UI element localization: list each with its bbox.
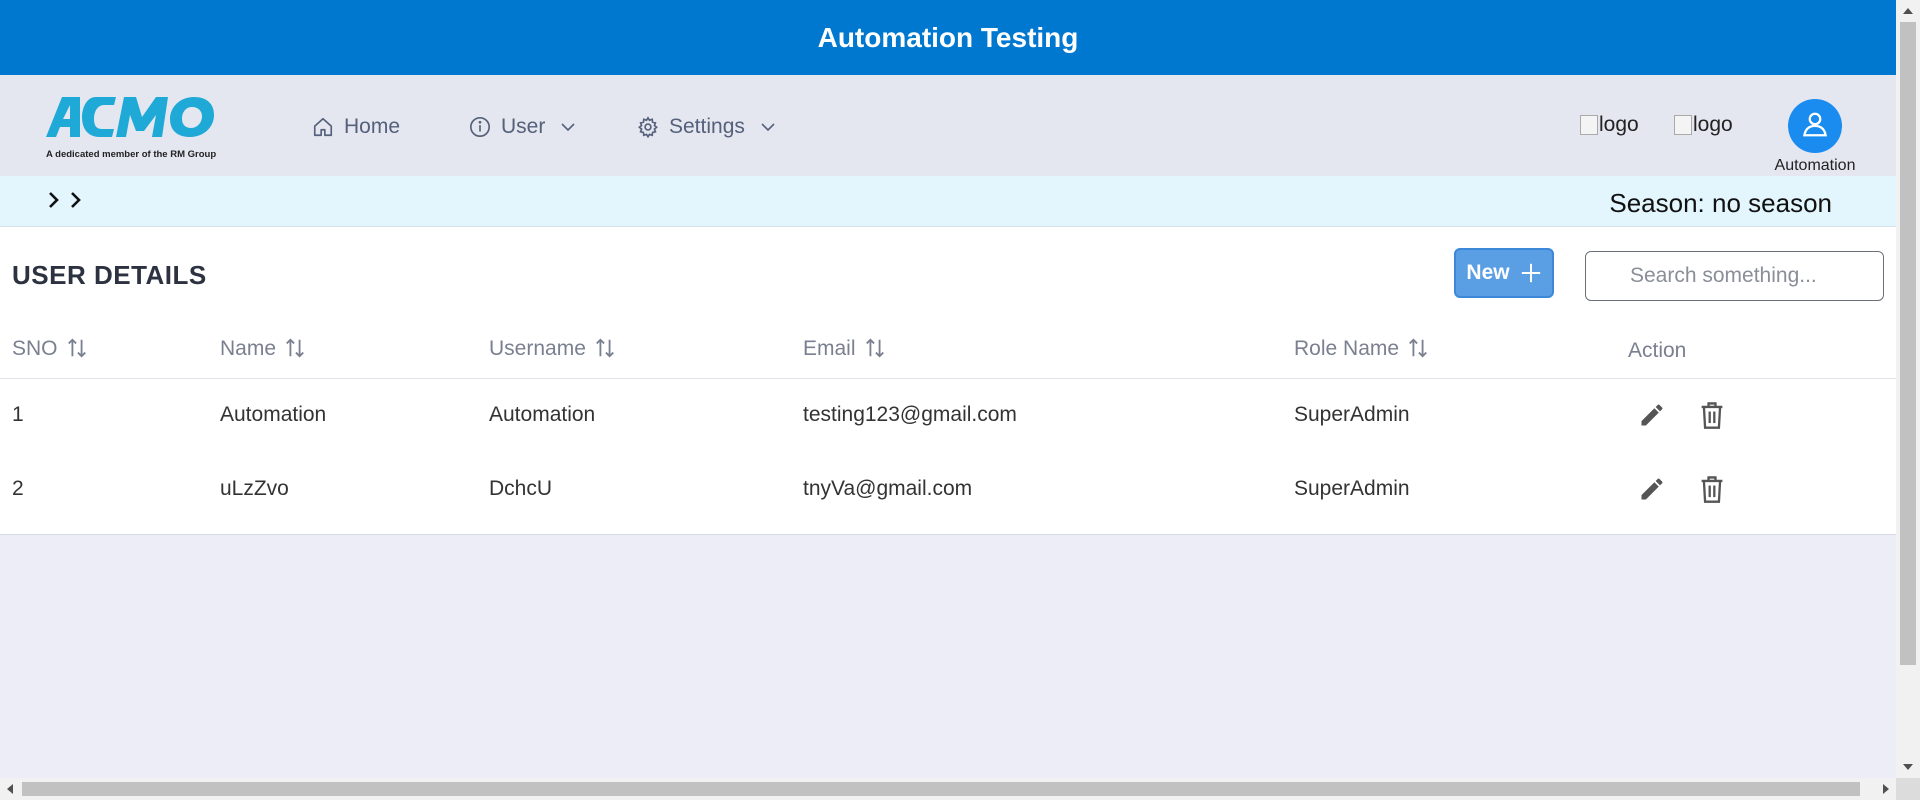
cell-actions	[1612, 452, 1896, 526]
double-chevron-right-icon	[46, 192, 86, 216]
users-table: SNO Name Username Email Role Name Action	[0, 324, 1896, 526]
column-header-username[interactable]: Username	[477, 324, 791, 379]
partner-logo-2-alt: logo	[1693, 113, 1733, 136]
cell-actions	[1612, 378, 1896, 452]
scroll-down-arrow-icon[interactable]	[1903, 764, 1913, 770]
column-header-action: Action	[1612, 324, 1896, 379]
column-header-label: Role Name	[1294, 336, 1400, 360]
search-input[interactable]	[1585, 251, 1884, 301]
app-title: Automation Testing	[817, 21, 1079, 53]
table-row: 1 Automation Automation testing123@gmail…	[0, 378, 1896, 452]
trash-icon[interactable]	[1698, 474, 1726, 504]
edit-icon[interactable]	[1638, 475, 1666, 503]
new-user-button[interactable]: New	[1454, 248, 1554, 298]
column-header-label: Action	[1628, 338, 1687, 362]
sort-icon[interactable]	[284, 337, 306, 365]
info-icon	[469, 116, 491, 138]
cell-role: SuperAdmin	[1294, 477, 1410, 500]
column-header-sno[interactable]: SNO	[0, 324, 208, 379]
cell-name: uLzZvo	[220, 477, 289, 500]
partner-logo-1-alt: logo	[1599, 113, 1639, 136]
home-icon	[312, 116, 334, 138]
table-row: 2 uLzZvo DchcU tnyVa@gmail.com SuperAdmi…	[0, 452, 1896, 526]
horizontal-scrollbar[interactable]	[0, 778, 1896, 800]
column-header-role[interactable]: Role Name	[1282, 324, 1612, 379]
chevron-down-icon	[759, 118, 777, 136]
column-header-label: SNO	[12, 336, 58, 360]
user-avatar-button[interactable]	[1788, 99, 1842, 153]
cell-username: DchcU	[489, 477, 553, 500]
new-button-label: New	[1466, 261, 1510, 284]
cell-username: Automation	[489, 403, 596, 427]
brand-logo[interactable]: A dedicated member of the RM Group	[44, 89, 224, 165]
navbar: A dedicated member of the RM Group Home …	[0, 75, 1896, 176]
vertical-scroll-thumb[interactable]	[1900, 22, 1916, 665]
partner-logo-1: logo	[1580, 113, 1639, 137]
nav-home[interactable]: Home	[312, 115, 400, 139]
edit-icon[interactable]	[1638, 401, 1666, 429]
broken-image-icon	[1580, 115, 1598, 135]
expand-sidebar-button[interactable]	[46, 188, 86, 217]
chevron-down-icon	[559, 118, 577, 136]
trash-icon[interactable]	[1698, 400, 1726, 430]
sort-icon[interactable]	[594, 337, 616, 365]
plus-icon	[1520, 262, 1542, 284]
horizontal-scroll-thumb[interactable]	[22, 782, 1860, 796]
season-bar: Season: no season	[0, 176, 1896, 227]
scrollbar-corner	[1896, 778, 1920, 800]
cell-email: testing123@gmail.com	[803, 403, 1017, 427]
column-header-label: Email	[803, 336, 856, 360]
season-label: Season: no season	[1609, 188, 1832, 218]
avatar-username: Automation	[1774, 157, 1856, 174]
vertical-scrollbar[interactable]	[1896, 0, 1920, 778]
column-header-email[interactable]: Email	[791, 324, 1282, 379]
gear-icon	[637, 116, 659, 138]
page-title: USER DETAILS	[12, 260, 207, 290]
cell-email: tnyVa@gmail.com	[803, 477, 973, 500]
user-details-panel: USER DETAILS New SNO Name Username Email	[0, 227, 1896, 535]
broken-image-icon	[1674, 115, 1692, 135]
table-header-row: SNO Name Username Email Role Name Action	[0, 324, 1896, 379]
sort-icon[interactable]	[1407, 337, 1429, 365]
brand-tagline: A dedicated member of the RM Group	[46, 149, 216, 160]
nav-settings[interactable]: Settings	[637, 115, 777, 139]
cell-role: SuperAdmin	[1294, 403, 1410, 427]
user-icon	[1800, 109, 1830, 144]
cell-sno: 2	[12, 477, 24, 500]
column-header-name[interactable]: Name	[208, 324, 477, 379]
nav-settings-label: Settings	[669, 115, 745, 138]
cell-name: Automation	[220, 403, 327, 427]
scroll-right-arrow-icon[interactable]	[1883, 784, 1889, 794]
scroll-up-arrow-icon[interactable]	[1903, 8, 1913, 14]
nav-user[interactable]: User	[469, 115, 577, 139]
nav-home-label: Home	[344, 115, 401, 138]
column-header-label: Username	[489, 336, 586, 360]
partner-logo-2: logo	[1674, 113, 1733, 137]
nav-user-label: User	[501, 115, 546, 138]
sort-icon[interactable]	[66, 337, 88, 365]
cell-sno: 1	[12, 403, 24, 427]
scroll-left-arrow-icon[interactable]	[7, 784, 13, 794]
sort-icon[interactable]	[864, 337, 886, 365]
app-title-bar: Automation Testing	[0, 0, 1896, 75]
column-header-label: Name	[220, 336, 277, 360]
